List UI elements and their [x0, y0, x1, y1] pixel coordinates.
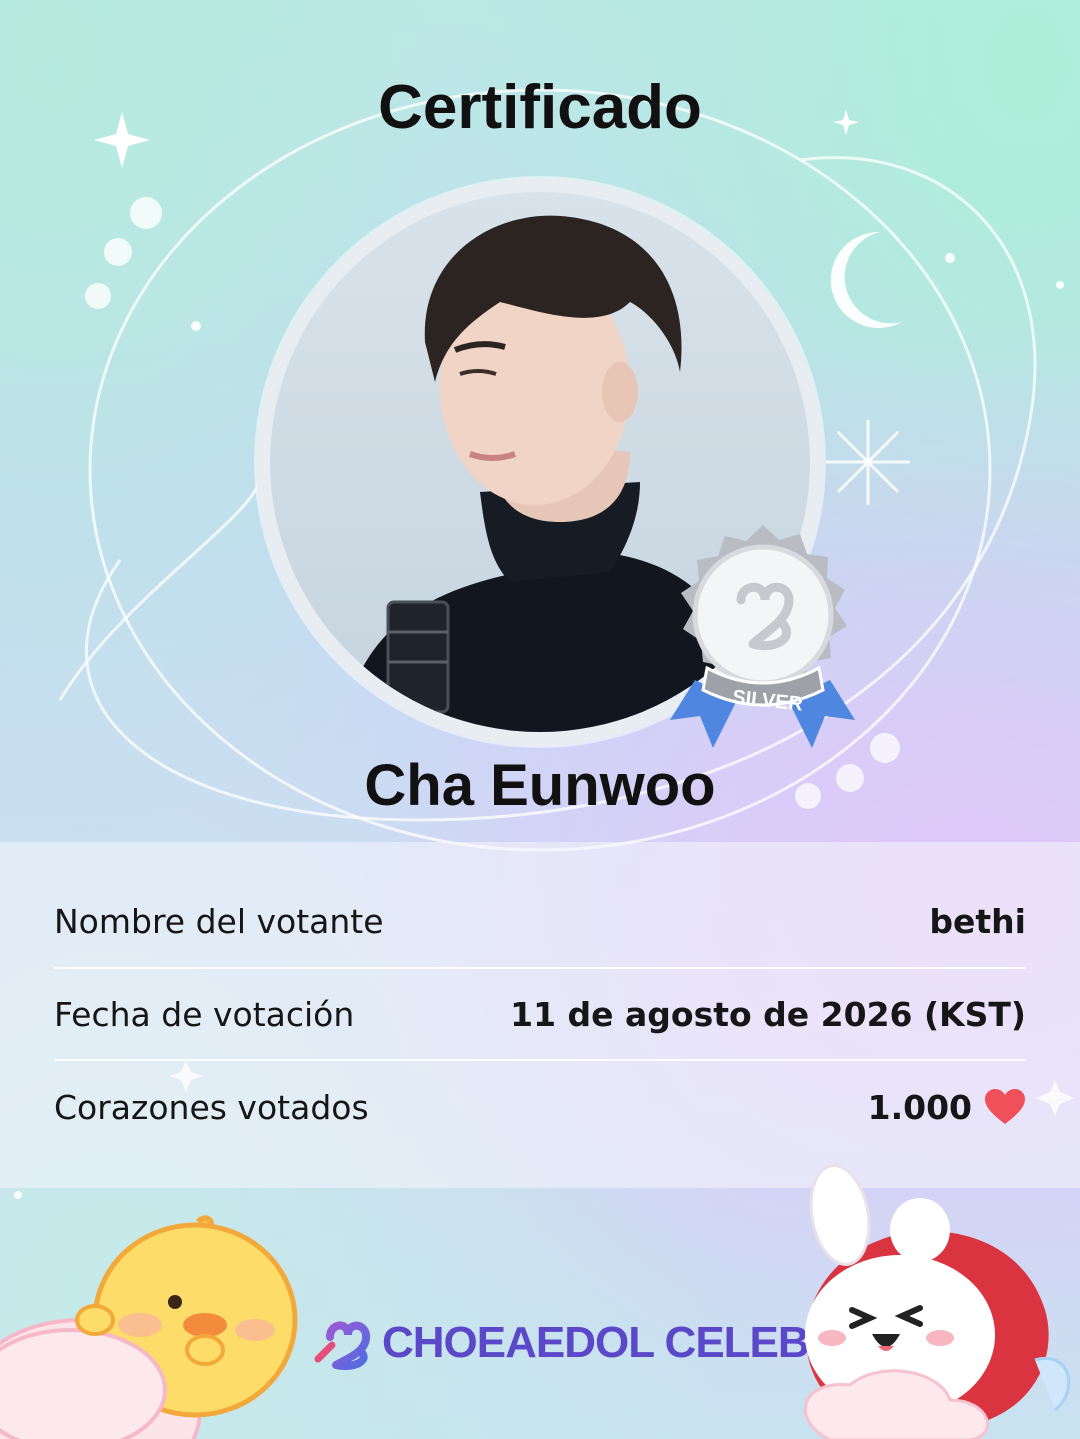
heart-icon — [985, 1089, 1025, 1124]
hearts-voted-value-group: 1.000 — [868, 1088, 1026, 1127]
detail-row-date: Fecha de votación 11 de agosto de 2026 (… — [54, 968, 1026, 1060]
certificate-card: Certificado SILVER Cha Eunwoo Nombre del… — [0, 0, 1080, 1439]
vote-date-label: Fecha de votación — [54, 994, 355, 1034]
brand-name: CHOEAEDOL CELEB — [382, 1318, 810, 1367]
chick-mascot-illustration — [0, 1215, 298, 1439]
vote-date-value: 11 de agosto de 2026 (KST) — [510, 994, 1026, 1034]
voter-name-value: bethi — [929, 901, 1026, 941]
bunny-mascot-illustration — [803, 1164, 1071, 1439]
celebrity-name: Cha Eunwoo — [364, 753, 716, 818]
hearts-voted-label: Corazones votados — [54, 1087, 369, 1127]
hearts-voted-value: 1.000 — [867, 1087, 972, 1127]
detail-row-voter: Nombre del votante bethi — [54, 875, 1026, 967]
brand-logo: CHOEAEDOL CELEB — [312, 1308, 810, 1378]
certificate-title: Certificado — [378, 73, 702, 142]
voter-name-label: Nombre del votante — [54, 901, 384, 941]
detail-row-hearts: Corazones votados 1.000 — [54, 1061, 1026, 1153]
silver-medal-badge — [670, 525, 855, 748]
choeaedol-heart-logo-icon — [314, 1321, 371, 1370]
